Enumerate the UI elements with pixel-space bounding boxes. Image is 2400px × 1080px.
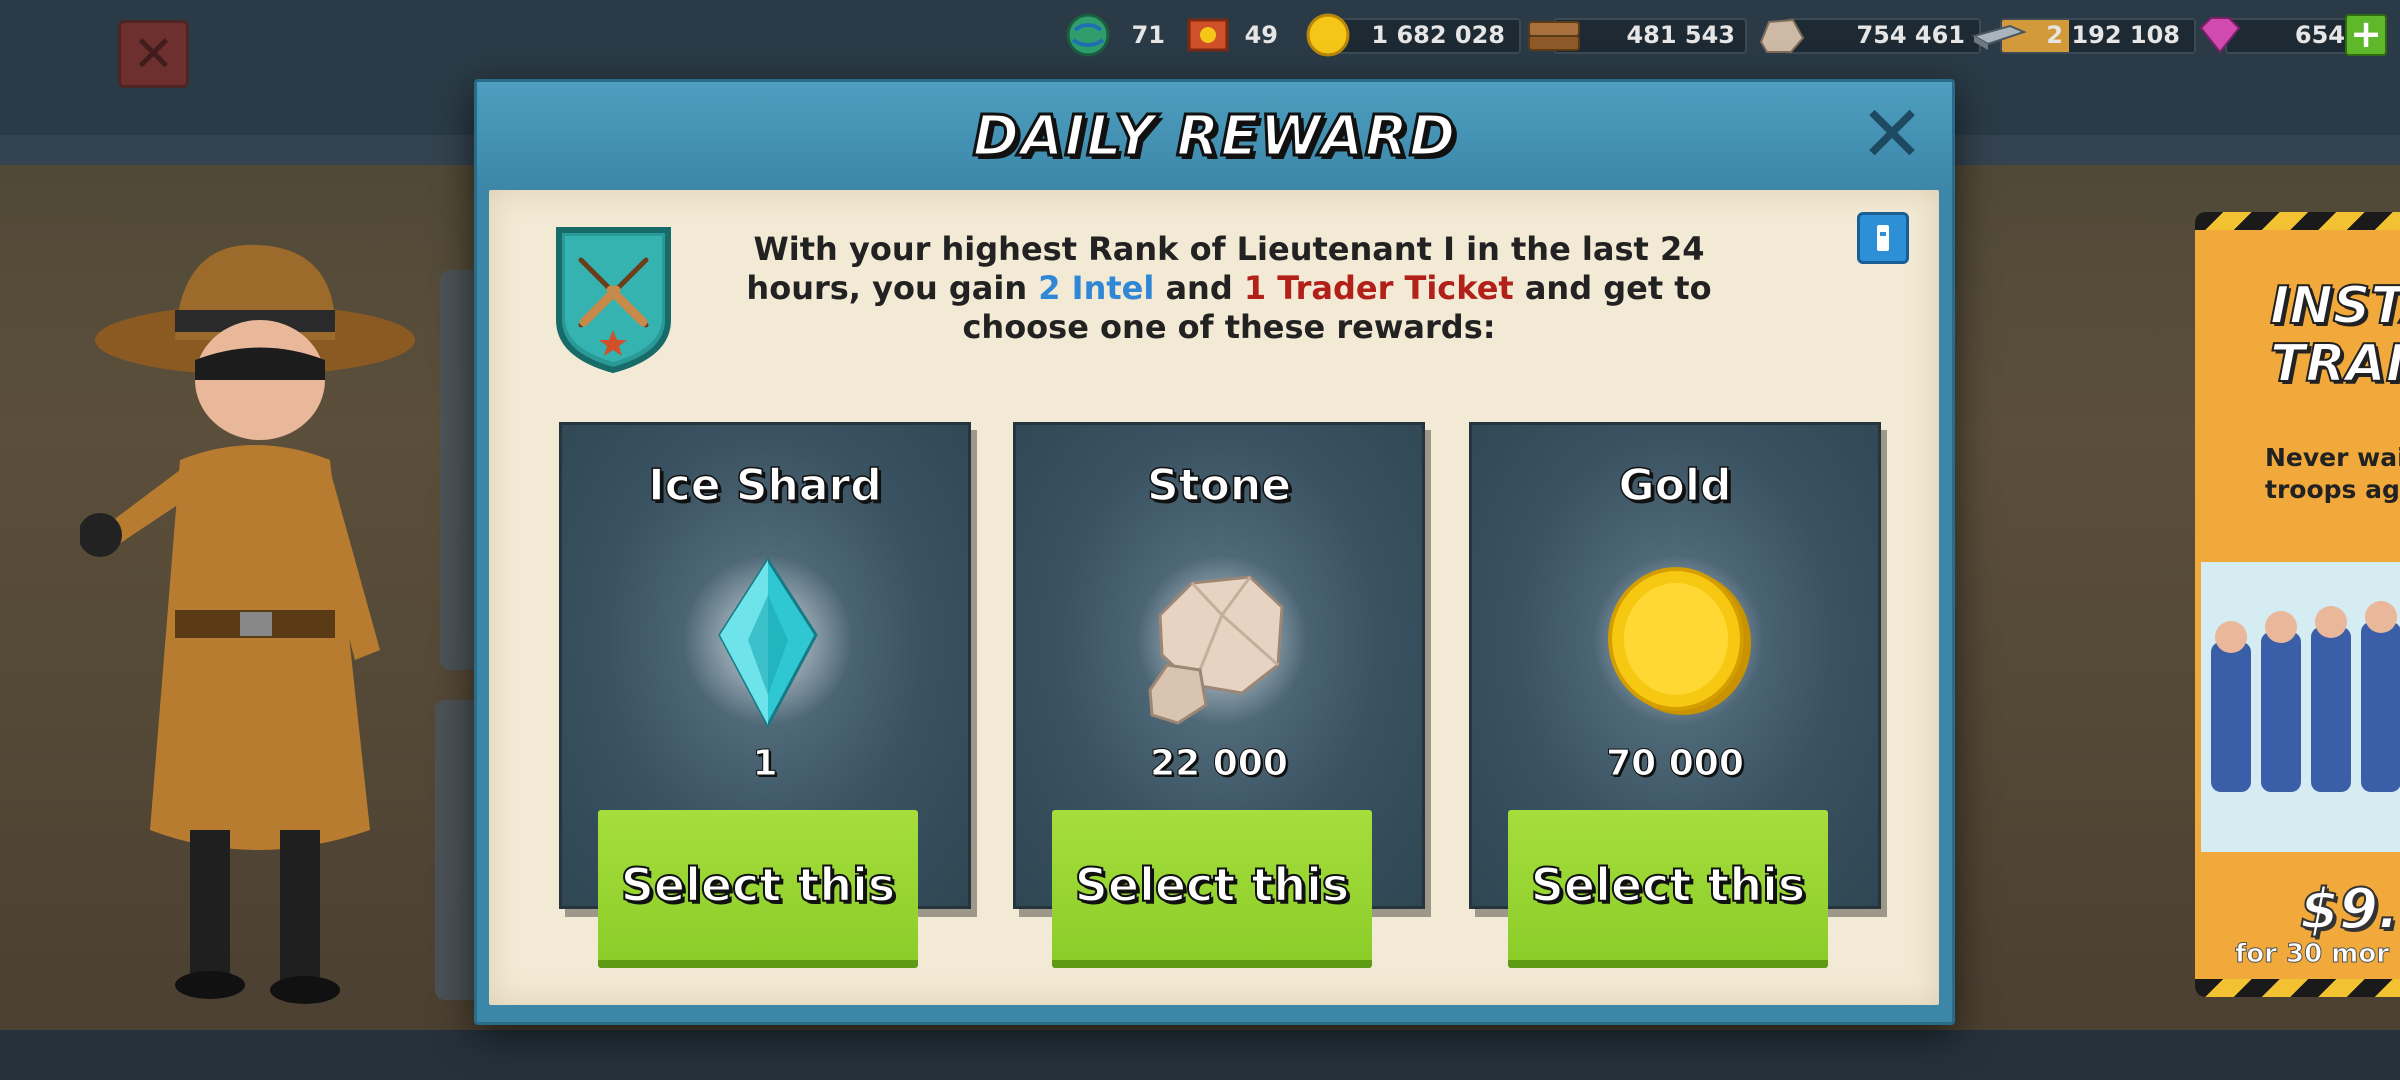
resource-tickets[interactable]: 49	[1185, 12, 1285, 58]
reward-card-stone: Stone 22 000 Select this	[1013, 422, 1425, 968]
select-stone-button[interactable]: Select this	[1052, 810, 1372, 968]
reward-name: Gold	[1618, 459, 1732, 512]
diamond-icon	[2199, 17, 2241, 54]
reward-amount: 22 000	[1150, 743, 1289, 785]
trader-ticket-amount-text: 1 Trader Ticket	[1243, 269, 1514, 307]
troops-image	[2201, 562, 2400, 852]
reward-amount: 1	[752, 743, 778, 785]
wood-icon	[1528, 21, 1580, 51]
promo-subtitle: Never wai troops ag	[2265, 443, 2400, 504]
hazard-stripe	[2195, 212, 2400, 230]
select-ice-shard-button[interactable]: Select this	[598, 810, 918, 968]
close-icon[interactable]: ✕	[1857, 96, 1927, 174]
instant-training-promo[interactable]: INSTATRAINI Never waitroops ag $9.9 for …	[2195, 212, 2400, 997]
spy-character-illustration	[80, 244, 415, 1004]
iron-icon	[1971, 24, 2027, 50]
promo-price: $9.9	[2299, 876, 2400, 943]
gold-coin-icon	[1593, 555, 1763, 725]
rank-lieutenant-badge-icon	[556, 227, 671, 374]
daily-reward-modal: DAILY REWARD ✕ With your highest Rank of…	[474, 79, 1955, 1025]
reward-name: Stone	[1146, 459, 1292, 512]
stone-icon	[1759, 18, 1805, 53]
modal-title: DAILY REWARD	[971, 103, 1457, 171]
reward-amount: 70 000	[1606, 743, 1745, 785]
resource-intel[interactable]: 71	[1065, 12, 1175, 58]
promo-title: INSTATRAINI	[2269, 276, 2400, 394]
reward-name: Ice Shard	[647, 459, 882, 512]
resource-gold[interactable]: 1 682 028	[1305, 12, 1521, 58]
background-close-icon[interactable]: ✕	[118, 20, 189, 88]
gold-coin-icon	[1306, 13, 1350, 57]
reward-card-gold: Gold 70 000 Select this	[1469, 422, 1881, 968]
add-diamonds-plus-icon[interactable]: +	[2345, 14, 2387, 56]
reward-description: With your highest Rank of Lieutenant I i…	[746, 230, 1712, 346]
bottom-bar-background	[0, 1030, 2400, 1080]
hazard-stripe	[2195, 979, 2400, 997]
ice-shard-icon	[683, 555, 853, 729]
trader-ticket-icon	[1187, 18, 1229, 52]
select-gold-button[interactable]: Select this	[1508, 810, 1828, 968]
intel-globe-icon	[1066, 13, 1110, 57]
stone-icon	[1137, 555, 1307, 725]
resource-wood[interactable]: 481 543	[1525, 12, 1747, 58]
promo-duration: for 30 mor	[2234, 939, 2390, 970]
intel-amount-text: 2 Intel	[1038, 269, 1155, 307]
resource-iron[interactable]: 2 192 108	[1970, 12, 2196, 58]
info-icon[interactable]	[1857, 212, 1909, 264]
resource-stone[interactable]: 754 461	[1755, 12, 1981, 58]
reward-card-ice-shard: Ice Shard 1 Select this	[559, 422, 971, 968]
modal-content: With your highest Rank of Lieutenant I i…	[489, 190, 1939, 1005]
